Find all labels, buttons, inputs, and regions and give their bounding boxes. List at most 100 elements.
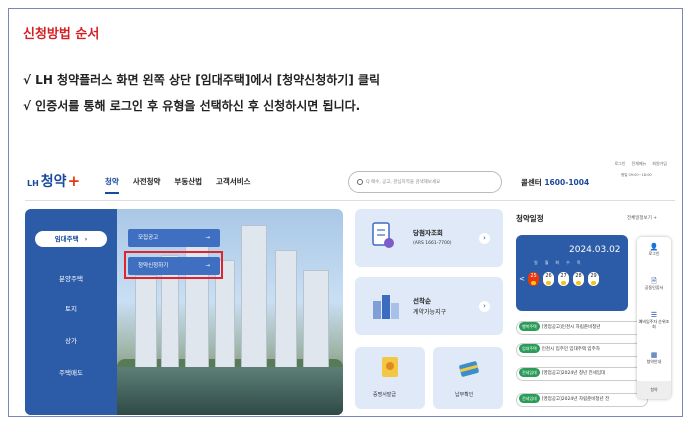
notice-tag: 전세임대 [519,394,540,403]
side-menu: 임대주택 › 분양주택 토지 상가 주택매도 [25,209,117,415]
notice-text: [영업공고]2024년 청년 전세임대 [541,371,606,376]
guide-frame: 신청방법 순서 √ LH 청약플러스 화면 왼쪽 상단 [임대주택]에서 [청약… [8,8,683,417]
logo-plus: + [67,172,81,190]
arrow-right-icon: → [205,235,210,241]
calendar-all-link[interactable]: 전체일정보기 + [627,215,657,221]
highlight-box [124,251,223,279]
winner-lookup-title: 당첨자조회 [413,229,443,237]
quick-bottom[interactable]: 청약 [637,381,671,399]
logo-text: 청약 [40,174,67,190]
calendar-day[interactable]: 25 [528,272,539,286]
notice-text: 인천시 입주민 임대주택 입주자 [541,347,600,352]
side-menu-house-sale[interactable]: 주택매도 [25,367,117,377]
site-screenshot: 로그인 전체메뉴 회원가입 LH 청약 + 청약 사전청약 부동산법 고객서비스… [25,157,675,415]
schedule-notice[interactable]: 임대주택 인천시 입주민 임대주택 입주자 [516,343,648,357]
list-icon: ☰ [650,311,658,319]
buildings-icon [373,295,399,319]
calendar-day-number: 26 [545,273,552,279]
search-placeholder: Q 매수, 공고, 관심지역을 검색해보세요 [366,180,441,185]
schedule-notice[interactable]: 전세임대 [영업공고]2024년 자립준비청년 전 [516,393,648,407]
site-logo[interactable]: LH 청약 + [27,171,80,191]
search-icon [357,179,363,185]
user-icon: 👤 [649,243,659,251]
quick-certificate-label: 공동인증서 [644,285,664,290]
winner-lookup-sub: (ARS 1661-7700) [413,241,452,246]
schedule-notice[interactable]: 전세임대 [영업공고]2024년 청년 전세임대 [516,367,648,381]
calendar-prev-button[interactable]: < [519,275,525,283]
weekday: 목 [576,260,581,265]
callcenter-info: 콜센터 1600-1004 [521,177,589,188]
all-menu-link[interactable]: 전체메뉴 [632,161,647,167]
login-link[interactable]: 로그인 [614,161,625,167]
hero-building [241,225,267,375]
document-icon: 🗎 [651,277,657,285]
payment-card[interactable]: 납부확인 [433,347,503,409]
side-menu-sale-housing[interactable]: 분양주택 [25,273,117,283]
chevron-right-icon: › [479,233,490,244]
calendar-day-number: 25 [530,273,537,279]
nav-item-apply[interactable]: 청약 [105,176,119,194]
calendar-weekdays: 일 월 화 수 목 [534,260,580,266]
schedule-notice[interactable]: 행복주택 [영업공고]인천시 자립준비청년 [516,321,648,335]
guide-heading: 신청방법 순서 [23,27,100,42]
notice-tag: 임대주택 [519,344,540,353]
hero-building [303,270,329,375]
quick-guide[interactable]: ▦ 청약안내 [637,351,671,365]
notice-text: [영업공고]2024년 자립준비청년 전 [541,397,610,402]
side-menu-commercial[interactable]: 상가 [25,335,117,345]
calendar-days: 25 26 27 28 29 [528,272,599,286]
nav-item-realestate[interactable]: 부동산법 [174,176,202,194]
quick-login-label: 로그인 [648,251,660,256]
calendar-day-number: 27 [560,273,567,279]
calendar-day[interactable]: 29 [588,272,599,286]
certificate-icon [382,357,398,377]
winner-lookup-card[interactable]: 당첨자조회 (ARS 1661-7700) › [355,209,503,267]
notice-tag: 전세임대 [519,368,540,377]
quick-login[interactable]: 👤 로그인 [637,243,671,257]
hero-building [275,250,297,375]
chevron-right-icon: › [479,301,490,312]
first-come-sub: 계약가능지구 [413,309,447,316]
side-menu-selected-label: 임대주택 [54,235,79,243]
weekday: 수 [566,260,570,265]
submenu-notice[interactable]: 모집공고 → [128,229,220,247]
submenu-notice-label: 모집공고 [138,235,159,241]
side-menu-rental-housing[interactable]: 임대주택 › [35,231,107,247]
calendar-day[interactable]: 28 [573,272,584,286]
calendar-day[interactable]: 26 [543,272,554,286]
document-check-icon [372,222,394,248]
hero-water [117,367,343,415]
instruction-step-2: √ 인증서를 통해 로그인 후 유형을 선택하신 후 신청하시면 됩니다. [23,99,361,113]
side-menu-land[interactable]: 토지 [25,303,117,313]
quick-certificate[interactable]: 🗎 공동인증서 [637,277,671,291]
quick-waitlist-label: 예비입주자 순위조회 [638,319,670,329]
calendar-day-number: 28 [575,273,582,279]
certificate-label: 증명서발급 [373,392,397,398]
calendar-day-number: 29 [590,273,597,279]
hero-banner: 임대주택 › 분양주택 토지 상가 주택매도 모집공고 → 청약신청하기 → [25,209,343,415]
calendar-mark [546,281,551,285]
notice-text: [영업공고]인천시 자립준비청년 [541,325,601,330]
top-utility-links: 로그인 전체메뉴 회원가입 [614,161,667,167]
calendar-title: 청약일정 [516,214,544,223]
first-come-card[interactable]: 선착순 계약가능지구 › [355,277,503,335]
grid-icon: ▦ [650,351,658,359]
certificate-card[interactable]: 증명서발급 [355,347,425,409]
quick-waitlist[interactable]: ☰ 예비입주자 순위조회 [637,311,671,330]
signup-link[interactable]: 회원가입 [652,161,667,167]
search-input[interactable]: Q 매수, 공고, 관심지역을 검색해보세요 [348,171,502,193]
callcenter-label: 콜센터 [521,178,542,187]
first-come-title: 선착순 [413,297,431,305]
weekday: 일 [534,260,538,265]
nav-item-customer[interactable]: 고객서비스 [216,176,251,194]
calendar-mark [531,281,536,285]
calendar-day[interactable]: 27 [558,272,569,286]
nav-item-preapply[interactable]: 사전청약 [133,176,161,194]
notice-tag: 행복주택 [519,322,540,331]
weekday: 화 [555,260,560,265]
chevron-right-icon: › [84,235,88,243]
weekday: 월 [544,260,549,265]
calendar-mark [576,281,581,285]
header-divider [25,200,675,201]
calendar-date: 2024.03.02 [569,245,621,255]
